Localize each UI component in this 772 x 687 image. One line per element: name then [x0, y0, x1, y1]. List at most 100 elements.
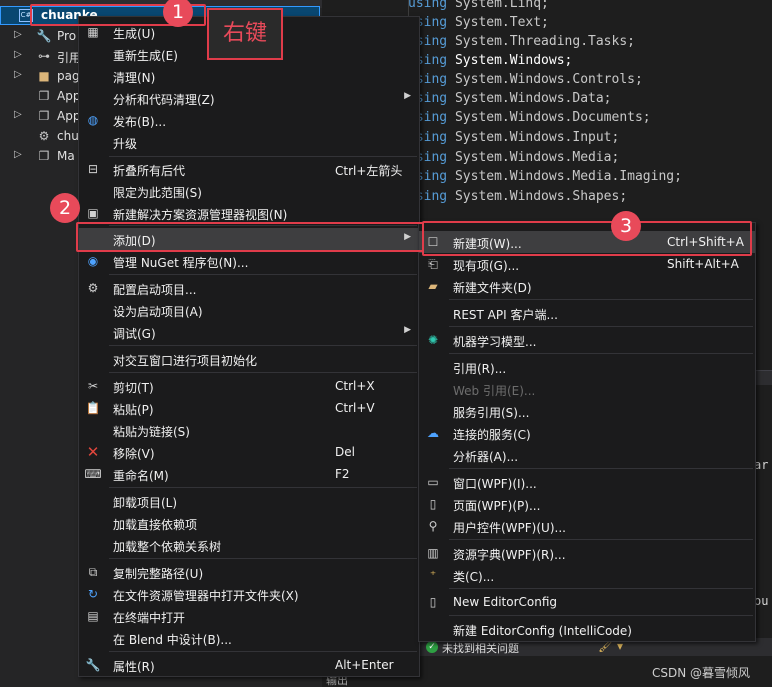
right-click-callout: 右键	[207, 8, 283, 60]
menu-item-unload[interactable]: 卸载项目(L)	[79, 490, 419, 512]
collapse-icon: ⊟	[87, 162, 99, 176]
build-icon: ▦	[87, 25, 99, 39]
menu-item-set-startup[interactable]: 设为启动项目(A)	[79, 299, 419, 321]
submenu-item-resource-dict[interactable]: ▥ 资源字典(WPF)(R)...	[419, 542, 755, 564]
menu-separator	[449, 353, 753, 354]
code-line[interactable]: using System.Windows.Documents;	[408, 110, 651, 125]
tree-item[interactable]: ▷ ■ pag	[0, 66, 80, 86]
chevron-right-icon[interactable]: ▷	[14, 29, 22, 40]
menu-item-clean[interactable]: 清理(N)	[79, 65, 419, 87]
references-icon: ⊶	[38, 49, 50, 63]
rename-icon: ⌨	[84, 467, 102, 481]
menu-item-nuget[interactable]: ◉ 管理 NuGet 程序包(N)...	[79, 250, 419, 272]
menu-item-interactive-init[interactable]: 对交互窗口进行项目初始化	[79, 348, 419, 370]
copy-icon: ⧉	[88, 565, 98, 579]
chevron-right-icon[interactable]: ▷	[14, 49, 22, 60]
menu-separator	[449, 539, 753, 540]
ml-model-icon: ✺	[427, 333, 439, 347]
menu-item-publish[interactable]: ◍ 发布(B)...	[79, 109, 419, 131]
menu-item-debug[interactable]: 调试(G) ▶	[79, 321, 419, 343]
step-badge-3: 3	[611, 211, 641, 241]
menu-separator	[109, 345, 417, 346]
menu-item-rename[interactable]: ⌨ 重命名(M) F2	[79, 463, 419, 485]
code-line[interactable]: using System.Windows.Media;	[408, 150, 619, 165]
menu-item-paste[interactable]: 📋 粘贴(P) Ctrl+V	[79, 397, 419, 419]
highlight-add	[76, 222, 424, 252]
project-context-menu: ▦ 生成(U) 重新生成(E) 清理(N) 分析和代码清理(Z) ▶ ◍ 发布(B).…	[78, 16, 420, 677]
delete-x-icon: ✕	[86, 443, 100, 461]
menu-item-open-terminal[interactable]: ▤ 在终端中打开	[79, 605, 419, 627]
submenu-item-editorconfig[interactable]: ▯ New EditorConfig	[419, 591, 755, 613]
chevron-right-icon[interactable]: ▷	[14, 69, 22, 80]
menu-separator	[449, 468, 753, 469]
menu-item-blend[interactable]: 在 Blend 中设计(B)...	[79, 627, 419, 649]
code-line[interactable]: using System.Windows.Data;	[408, 91, 612, 106]
menu-separator	[109, 487, 417, 488]
submenu-item-user-control-wpf[interactable]: ⚲ 用户控件(WPF)(U)...	[419, 515, 755, 537]
page-icon: ▯	[429, 497, 437, 511]
code-line[interactable]: using System.Linq;	[408, 0, 549, 11]
chevron-right-icon[interactable]: ▷	[14, 109, 22, 120]
submenu-item-service-reference[interactable]: 服务引用(S)...	[419, 400, 755, 422]
highlight-new-item	[422, 221, 752, 256]
open-folder-icon: ↻	[87, 587, 99, 601]
menu-item-new-view[interactable]: ▣ 新建解决方案资源管理器视图(N)	[79, 202, 419, 224]
code-line[interactable]: using System.Windows.Media.Imaging;	[408, 169, 682, 184]
xaml-file-icon: ❐	[38, 109, 50, 123]
code-line[interactable]: using System.Windows.Input;	[408, 130, 619, 145]
menu-separator	[109, 274, 417, 275]
submenu-item-reference[interactable]: 引用(R)...	[419, 356, 755, 378]
nuget-icon: ◉	[87, 254, 99, 268]
menu-separator	[449, 615, 753, 616]
code-line[interactable]: using System.Windows.Shapes;	[408, 189, 627, 204]
menu-item-analyze[interactable]: 分析和代码清理(Z) ▶	[79, 87, 419, 109]
tree-item[interactable]: ❐ App	[0, 86, 81, 106]
menu-separator	[109, 558, 417, 559]
submenu-item-web-reference: Web 引用(E)...	[453, 384, 536, 398]
submenu-item-class[interactable]: ⁺ 类(C)...	[419, 564, 755, 586]
folder-icon: ■	[38, 69, 50, 83]
submenu-item-connected-service[interactable]: ☁ 连接的服务(C)	[419, 422, 755, 444]
submenu-item-window-wpf[interactable]: ▭ 窗口(WPF)(I)...	[419, 471, 755, 493]
submenu-item-new-folder[interactable]: ▰ 新建文件夹(D)	[419, 275, 755, 297]
submenu-item-analyzer[interactable]: 分析器(A)...	[419, 444, 755, 466]
submenu-item-ml-model[interactable]: ✺ 机器学习模型...	[419, 329, 755, 351]
menu-item-configure-startup[interactable]: ⚙ 配置启动项目...	[79, 277, 419, 299]
menu-item-load-tree[interactable]: 加载整个依赖关系树	[79, 534, 419, 556]
code-line[interactable]: using System.Threading.Tasks;	[408, 34, 635, 49]
submenu-item-page-wpf[interactable]: ▯ 页面(WPF)(P)...	[419, 493, 755, 515]
menu-item-paste-link[interactable]: 粘贴为链接(S)	[79, 419, 419, 441]
add-submenu: ☐ 新建项(W)... Ctrl+Shift+A ⎗ 现有项(G)... Shift+A…	[418, 222, 756, 642]
menu-separator	[109, 651, 417, 652]
code-line[interactable]: using System.Windows.Controls;	[408, 72, 643, 87]
tree-item[interactable]: ▷ ⊶ 引用	[0, 46, 81, 66]
menu-item-load-direct[interactable]: 加载直接依赖项	[79, 512, 419, 534]
submenu-item-existing-item[interactable]: ⎗ 现有项(G)... Shift+Alt+A	[419, 253, 755, 275]
chevron-right-icon: ▶	[404, 325, 411, 335]
xaml-file-icon: ❐	[38, 149, 50, 163]
scissors-icon: ✂	[87, 379, 99, 393]
ide-window: C# chuanke... ▷ 🔧 Pro ▷ ⊶ 引用 ▷ ■ pag ❐ App ▷ ❐ Ap…	[0, 0, 772, 687]
chevron-right-icon[interactable]: ▷	[14, 149, 22, 160]
menu-separator	[109, 156, 417, 157]
code-fragment: ou	[754, 594, 769, 608]
menu-item-upgrade[interactable]: 升级	[79, 131, 419, 153]
wrench-icon: 🔧	[85, 658, 101, 672]
menu-item-cut[interactable]: ✂ 剪切(T) Ctrl+X	[79, 375, 419, 397]
menu-item-properties[interactable]: 🔧 属性(R) Alt+Enter	[79, 654, 419, 676]
tree-item[interactable]: ▷ 🔧 Pro	[0, 26, 80, 46]
tree-item[interactable]: ▷ ❐ App	[0, 106, 80, 126]
menu-item-remove[interactable]: ✕ 移除(V) Del	[79, 441, 419, 463]
submenu-item-editorconfig-intellicode[interactable]: 新建 EditorConfig (IntelliCode)	[419, 618, 755, 640]
code-line[interactable]: using System.Text;	[408, 15, 549, 30]
status-text: 未找到相关问题	[442, 642, 519, 655]
submenu-item-rest-api[interactable]: REST API 客户端...	[419, 302, 755, 324]
menu-item-scope[interactable]: 限定为此范围(S)	[79, 180, 419, 202]
menu-item-open-in-explorer[interactable]: ↻ 在文件资源管理器中打开文件夹(X)	[79, 583, 419, 605]
menu-item-collapse-all[interactable]: ⊟ 折叠所有后代 Ctrl+左箭头	[79, 158, 419, 180]
tree-item[interactable]: ⚙ chu	[0, 126, 80, 146]
code-line[interactable]: using System.Windows;	[408, 53, 572, 68]
paste-icon: 📋	[85, 401, 101, 415]
menu-item-copy-path[interactable]: ⧉ 复制完整路径(U)	[79, 561, 419, 583]
tree-item[interactable]: ▷ ❐ Ma	[0, 146, 80, 166]
